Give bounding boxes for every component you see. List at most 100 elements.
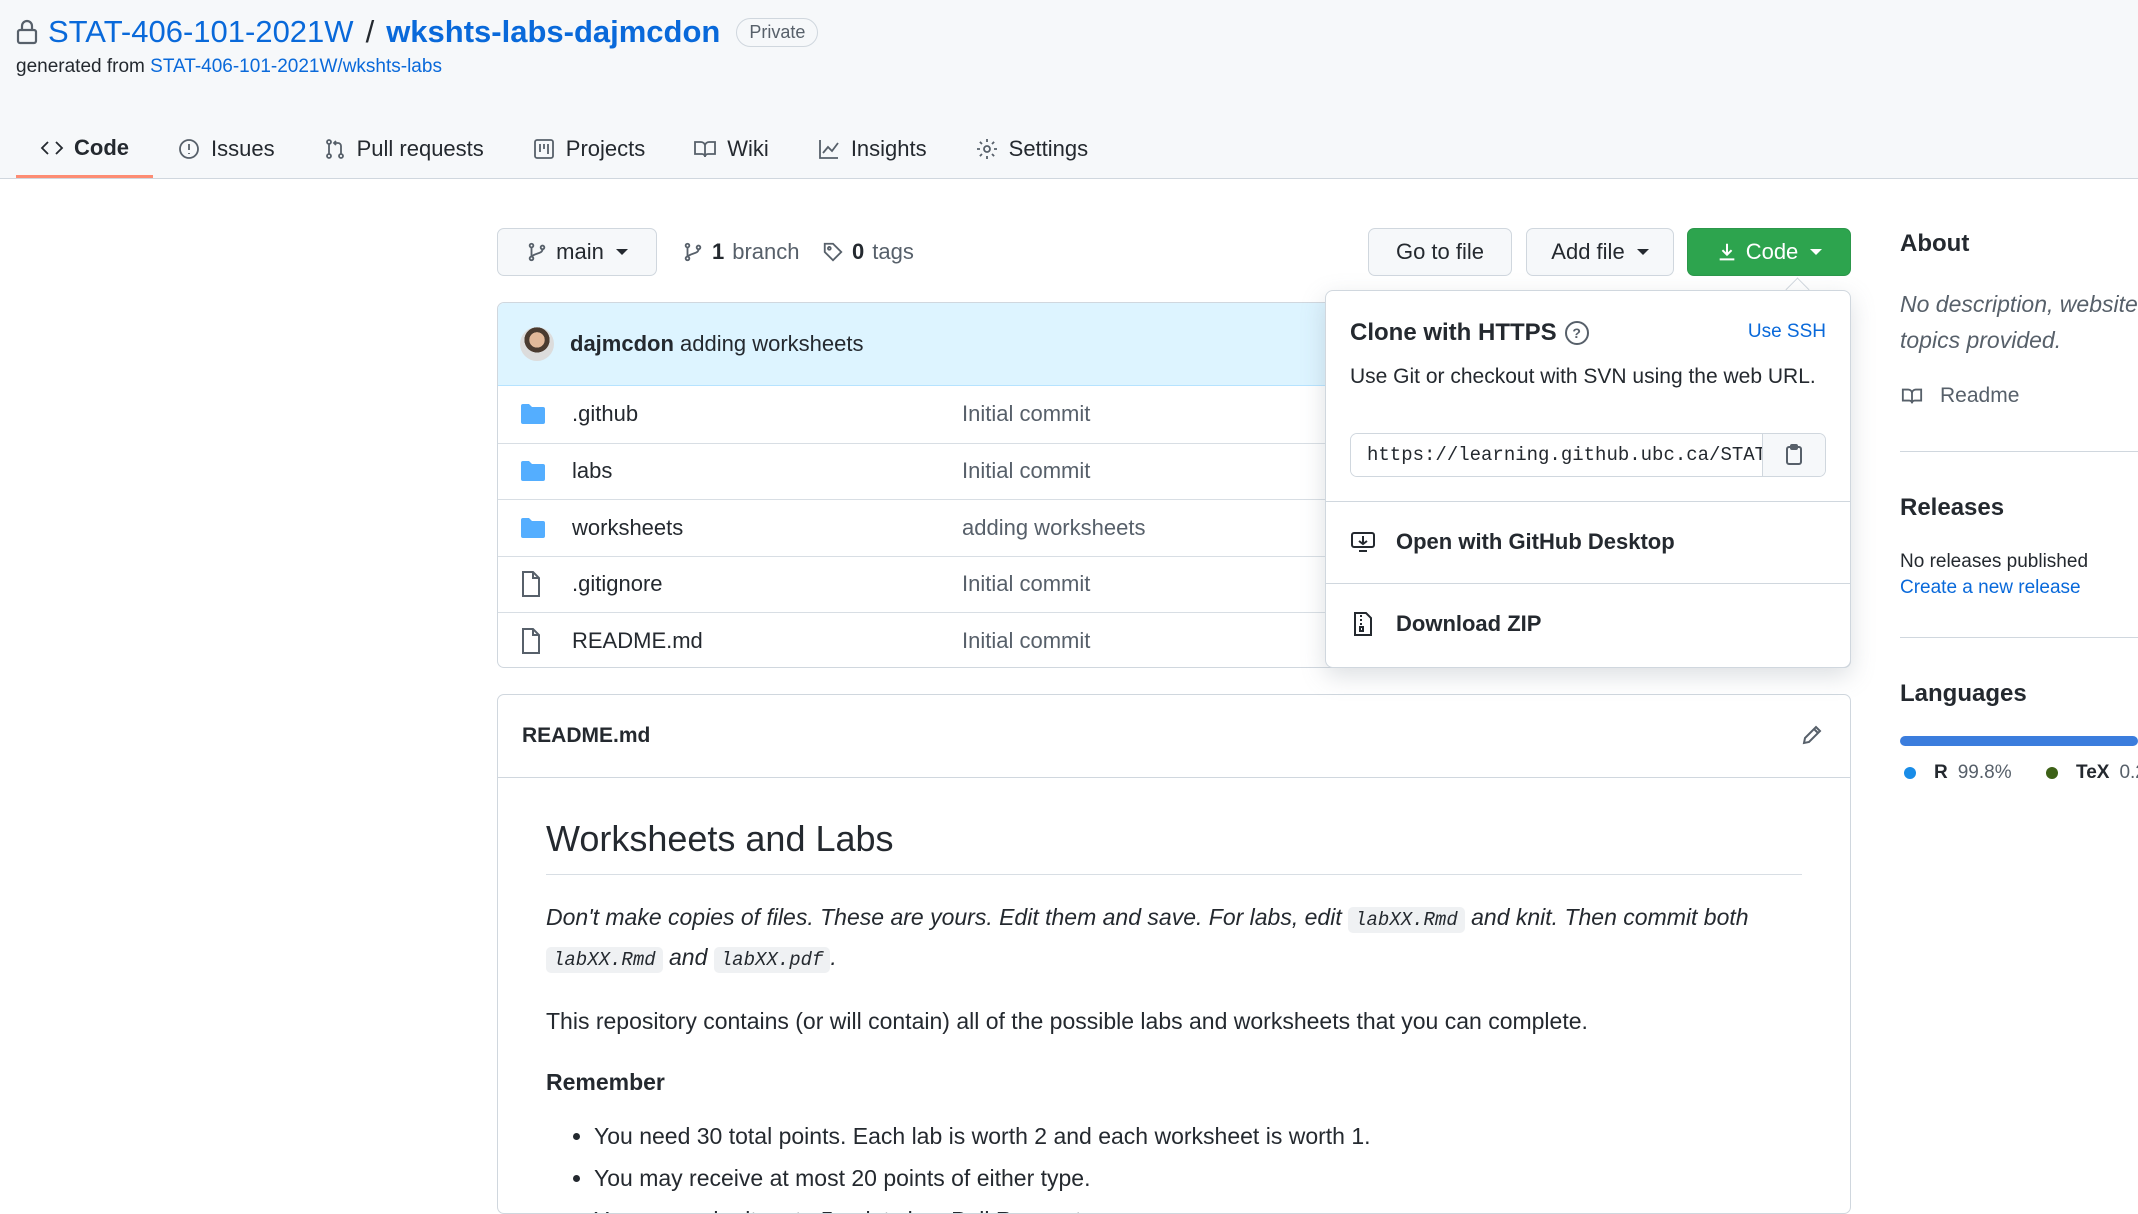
tab-projects[interactable]: Projects: [508, 120, 669, 178]
releases-title: Releases: [1900, 494, 2005, 521]
commit-message-link[interactable]: Initial commit: [962, 458, 1090, 484]
readme-subheading: Remember: [546, 1069, 665, 1095]
commit-message[interactable]: adding worksheets: [680, 331, 863, 356]
clone-dropdown: Clone with HTTPS ? Use SSH Use Git or ch…: [1325, 290, 1851, 668]
no-releases-text: No releases published: [1900, 551, 2089, 572]
about-title: About: [1900, 230, 1970, 257]
file-name-link[interactable]: README.md: [572, 628, 962, 654]
code-button-label: Code: [1745, 239, 1799, 264]
tab-insights[interactable]: Insights: [793, 120, 951, 178]
clone-title-text: Clone with HTTPS: [1350, 319, 1557, 346]
issue-opened-icon: [179, 139, 199, 159]
readme-paragraph: Don't make copies of files. These are yo…: [546, 899, 1802, 979]
open-desktop-item[interactable]: Open with GitHub Desktop: [1350, 529, 1675, 555]
repo-owner-link[interactable]: STAT-406-101-2021W: [48, 14, 354, 50]
language-bar: [1900, 736, 2138, 746]
language-name: R: [1934, 762, 1948, 783]
file-name-link[interactable]: .github: [572, 401, 962, 427]
readme-paragraph: This repository contains (or will contai…: [546, 1008, 1588, 1034]
download-zip-item[interactable]: Download ZIP: [1350, 611, 1541, 637]
language-item-r[interactable]: R 99.8%: [1904, 762, 2012, 784]
repo-header: STAT-406-101-2021W / wkshts-labs-dajmcdo…: [0, 0, 2138, 179]
tab-settings[interactable]: Settings: [951, 120, 1113, 178]
add-file-label: Add file: [1551, 239, 1625, 264]
language-percent: 0.2%: [2119, 762, 2138, 783]
chevron-down-icon: [1810, 249, 1823, 255]
file-icon: [522, 571, 540, 598]
repo-name-link[interactable]: wkshts-labs-dajmcdon: [386, 14, 720, 50]
language-item-tex[interactable]: TeX 0.2%: [2046, 762, 2138, 784]
file-type-icon: [520, 571, 548, 598]
tags-link[interactable]: 0 tags: [822, 228, 914, 276]
clone-url-field[interactable]: https://learning.github.ubc.ca/STAT-406-…: [1350, 433, 1826, 477]
chevron-down-icon: [1636, 249, 1649, 255]
add-file-button[interactable]: Add file: [1526, 228, 1674, 276]
branches-link[interactable]: 1 branch: [682, 228, 800, 276]
file-icon: [522, 627, 540, 654]
file-zip-icon: [1354, 612, 1372, 636]
list-item: You may submit up to 5 points in a Pull …: [594, 1199, 1802, 1213]
tab-label: Insights: [850, 136, 927, 161]
branch-select-button[interactable]: main: [497, 228, 657, 276]
text: and: [669, 944, 708, 970]
commit-author[interactable]: dajmcdon: [570, 331, 674, 356]
folder-icon: [521, 404, 545, 425]
divider: [1326, 583, 1850, 584]
tab-label: Wiki: [727, 136, 769, 161]
tab-wiki[interactable]: Wiki: [669, 120, 793, 178]
graph-icon: [818, 140, 839, 159]
tag-count: 0: [852, 239, 865, 264]
branch-name: main: [556, 239, 604, 264]
template-repo-link[interactable]: STAT-406-101-2021W/wkshts-labs: [150, 56, 442, 77]
inline-code: labXX.pdf: [713, 947, 831, 973]
language-color-dot: [2046, 767, 2058, 779]
commit-message-link[interactable]: adding worksheets: [962, 515, 1145, 541]
avatar[interactable]: [520, 327, 554, 361]
list-item: You may receive at most 20 points of eit…: [594, 1157, 1802, 1199]
readme-link[interactable]: Readme: [1900, 384, 2019, 408]
file-type-icon: [520, 460, 548, 482]
languages-title: Languages: [1900, 680, 2027, 707]
folder-icon: [521, 517, 545, 538]
file-name-link[interactable]: labs: [572, 458, 962, 484]
file-name-link[interactable]: worksheets: [572, 515, 962, 541]
create-release-link[interactable]: Create a new release: [1900, 577, 2081, 599]
branch-count: 1: [712, 239, 725, 264]
go-to-file-button[interactable]: Go to file: [1368, 228, 1512, 276]
commit-message-link[interactable]: Initial commit: [962, 401, 1090, 427]
tab-label: Pull requests: [356, 136, 484, 161]
file-name-link[interactable]: .gitignore: [572, 571, 962, 597]
go-to-file-label: Go to file: [1395, 239, 1485, 264]
readme-filename: README.md: [522, 724, 651, 747]
tab-code[interactable]: Code: [16, 120, 153, 178]
readme-header: README.md: [498, 695, 1850, 778]
lock-icon: [16, 19, 38, 45]
desktop-download-icon: [1351, 532, 1375, 552]
pencil-icon[interactable]: [1800, 723, 1824, 747]
gear-icon: [976, 139, 997, 159]
text: Don't make copies of files. These are yo…: [546, 904, 1342, 930]
clipboard-icon: [1786, 444, 1802, 465]
question-icon[interactable]: ?: [1564, 321, 1589, 345]
file-type-icon: [520, 517, 548, 539]
about-description: No description, website, or topics provi…: [1900, 291, 2138, 353]
generated-prefix: generated from: [16, 56, 145, 77]
tab-pull-requests[interactable]: Pull requests: [299, 120, 508, 178]
git-branch-icon: [528, 242, 546, 262]
branch-label: branch: [732, 239, 800, 264]
text: and knit. Then commit both: [1471, 904, 1749, 930]
tab-issues[interactable]: Issues: [153, 120, 299, 178]
inline-code: labXX.Rmd: [546, 947, 663, 973]
repo-tabs: Code Issues Pull requests Projects Wiki …: [16, 120, 1112, 178]
commit-message-link[interactable]: Initial commit: [962, 571, 1090, 597]
book-icon: [694, 141, 717, 158]
copy-button[interactable]: [1762, 434, 1825, 476]
commit-message-link[interactable]: Initial commit: [962, 628, 1090, 654]
code-button[interactable]: Code: [1687, 228, 1851, 276]
clone-url[interactable]: https://learning.github.ubc.ca/STAT-406-…: [1351, 434, 1762, 476]
file-type-icon: [520, 403, 548, 425]
tag-label: tags: [872, 239, 914, 264]
use-ssh-link[interactable]: Use SSH: [1748, 321, 1826, 343]
clone-title: Clone with HTTPS ?: [1350, 319, 1589, 347]
divider: [1900, 637, 2138, 638]
